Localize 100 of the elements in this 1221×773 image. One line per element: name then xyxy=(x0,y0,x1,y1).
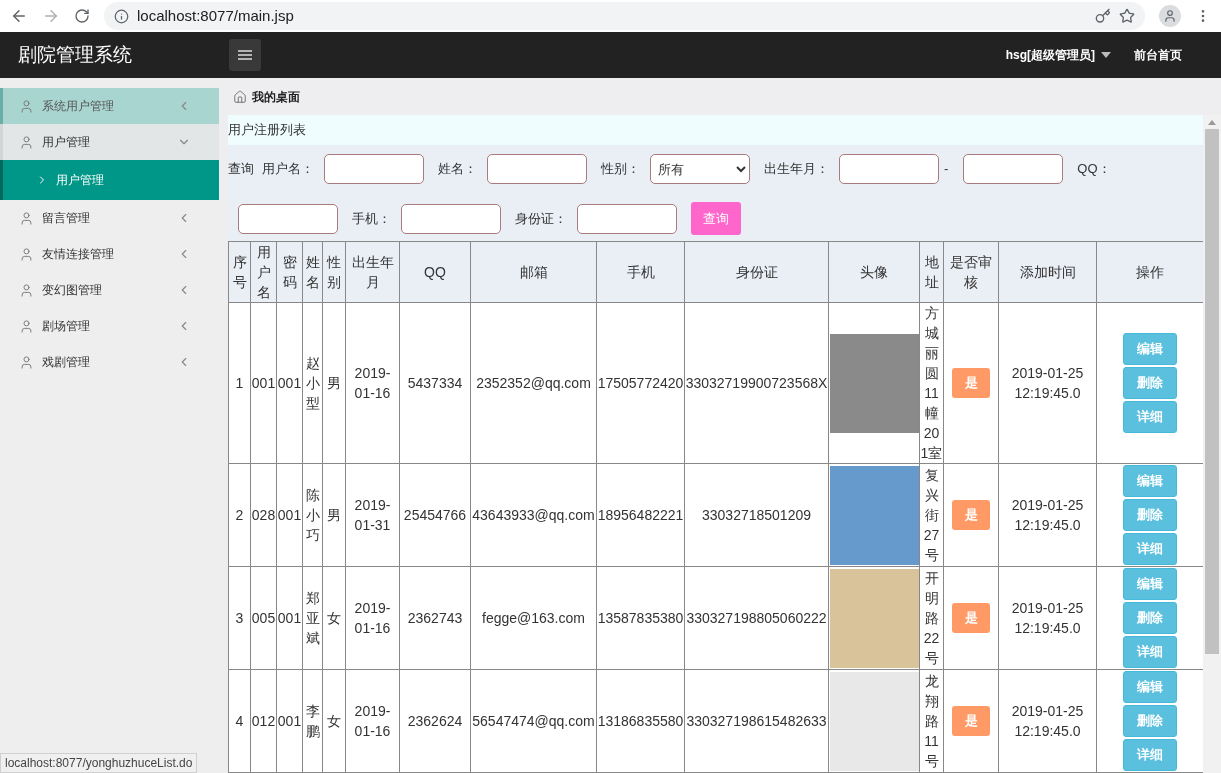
approved-button[interactable]: 是 xyxy=(952,368,990,398)
action-button[interactable]: 编辑 xyxy=(1123,465,1177,497)
action-button[interactable]: 详细 xyxy=(1123,401,1177,433)
table-cell: 女 xyxy=(322,566,346,670)
table-cell: 1 xyxy=(228,302,251,464)
action-button[interactable]: 详细 xyxy=(1123,636,1177,668)
table-cell: 13186835580 xyxy=(596,669,685,773)
table-cell: 复兴街27号 xyxy=(919,463,944,567)
table-cell: 001 xyxy=(276,566,303,670)
search-prefix: 查询 xyxy=(228,160,254,179)
sidebar-item[interactable]: 友情连接管理 xyxy=(0,236,219,272)
table-cell: 龙翔路11号 xyxy=(919,669,944,773)
action-button[interactable]: 编辑 xyxy=(1123,568,1177,600)
action-button[interactable]: 删除 xyxy=(1123,602,1177,634)
column-header: 手机 xyxy=(596,241,685,303)
column-header: 密码 xyxy=(276,241,303,303)
field-label: 姓名： xyxy=(438,160,477,179)
column-header: 性别 xyxy=(322,241,346,303)
column-header: 身份证 xyxy=(684,241,829,303)
field-label: QQ： xyxy=(1077,160,1111,179)
table-cell: 2019-01-25 12:19:45.0 xyxy=(998,669,1097,773)
approved-button[interactable]: 是 xyxy=(952,603,990,633)
sidebar-item[interactable]: 留言管理 xyxy=(0,200,219,236)
user-menu[interactable]: hsg[超级管理员] xyxy=(1005,46,1111,64)
table-cell: 2019-01-31 xyxy=(345,463,400,567)
table-cell: 001 xyxy=(276,669,303,773)
table-cell: 33032719900723568X xyxy=(684,302,829,464)
table-cell: 2 xyxy=(228,463,251,567)
action-button[interactable]: 编辑 xyxy=(1123,671,1177,703)
action-button[interactable]: 删除 xyxy=(1123,705,1177,737)
field-label: 身份证： xyxy=(515,209,567,228)
gender-select[interactable]: 所有 xyxy=(650,154,750,184)
action-button[interactable]: 编辑 xyxy=(1123,333,1177,365)
action-button[interactable]: 详细 xyxy=(1123,533,1177,565)
range-separator: - xyxy=(944,160,949,179)
table-cell: 2352352@qq.com xyxy=(470,302,597,464)
table-cell: 43643933@qq.com xyxy=(470,463,597,567)
approved-button[interactable]: 是 xyxy=(952,706,990,736)
table-cell: 56547474@qq.com xyxy=(470,669,597,773)
table-cell: 012 xyxy=(250,669,277,773)
table-cell: 330327198615482633 xyxy=(684,669,829,773)
table-cell: 赵小型 xyxy=(302,302,323,464)
sidebar-item[interactable]: 剧场管理 xyxy=(0,308,219,344)
table-cell: 18956482221 xyxy=(596,463,685,567)
sidebar-item[interactable]: 变幻图管理 xyxy=(0,272,219,308)
table-cell: 330327198805060222 xyxy=(684,566,829,670)
table-cell: 2019-01-16 xyxy=(345,669,400,773)
sidebar-subitem[interactable]: 用户管理 xyxy=(0,160,219,200)
action-button[interactable]: 删除 xyxy=(1123,367,1177,399)
column-header: 邮箱 xyxy=(470,241,597,303)
table-cell: 001 xyxy=(276,302,303,464)
table-cell: 2019-01-16 xyxy=(345,302,400,464)
app-title: 剧院管理系统 xyxy=(17,42,133,67)
panel-title: 用户注册列表 xyxy=(228,121,306,140)
column-header: 用户名 xyxy=(250,241,277,303)
approved-button[interactable]: 是 xyxy=(952,500,990,530)
table-cell: 陈小巧 xyxy=(302,463,323,567)
action-button[interactable]: 详细 xyxy=(1123,739,1177,771)
status-bar: localhost:8077/yonghuzhuceList.do xyxy=(0,753,198,773)
table-cell: 李鹏 xyxy=(302,669,323,773)
sidebar-item[interactable]: 系统用户管理 xyxy=(0,88,219,124)
field-label: 用户名： xyxy=(262,160,314,179)
column-header: 序号 xyxy=(228,241,251,303)
table-cell: 男 xyxy=(322,302,346,464)
table-cell: 郑亚斌 xyxy=(302,566,323,670)
action-button[interactable]: 删除 xyxy=(1123,499,1177,531)
table-cell: 女 xyxy=(322,669,346,773)
table-cell: fegge@163.com xyxy=(470,566,597,670)
table-cell: 开明路22号 xyxy=(919,566,944,670)
table-cell: 17505772420 xyxy=(596,302,685,464)
table-cell: 13587835380 xyxy=(596,566,685,670)
search-button[interactable]: 查询 xyxy=(691,202,741,235)
table-cell: 5437334 xyxy=(399,302,471,464)
column-header: 是否审核 xyxy=(943,241,999,303)
table-cell: 男 xyxy=(322,463,346,567)
front-page-link[interactable]: 前台首页 xyxy=(1134,46,1182,64)
table-cell: 001 xyxy=(250,302,277,464)
table-cell: 3 xyxy=(228,566,251,670)
table-cell: 2019-01-25 12:19:45.0 xyxy=(998,302,1097,464)
address-bar[interactable]: localhost:8077/main.jsp xyxy=(104,2,1145,30)
table-cell: 2019-01-25 12:19:45.0 xyxy=(998,566,1097,670)
sidebar-item[interactable]: 戏剧管理 xyxy=(0,344,219,380)
table-cell: 2019-01-16 xyxy=(345,566,400,670)
field-label: 手机： xyxy=(352,209,391,228)
column-header: 头像 xyxy=(828,241,920,303)
url-text: localhost:8077/main.jsp xyxy=(137,5,294,26)
table-cell: 方城丽圆11幢201室 xyxy=(919,302,944,464)
table-cell: 2019-01-25 12:19:45.0 xyxy=(998,463,1097,567)
table-cell: 001 xyxy=(276,463,303,567)
table-cell: 4 xyxy=(228,669,251,773)
column-header: 姓名 xyxy=(302,241,323,303)
field-label: 性别： xyxy=(601,160,640,179)
column-header: QQ xyxy=(399,241,471,303)
breadcrumb[interactable]: 我的桌面 xyxy=(252,87,300,106)
field-label: 出生年月： xyxy=(764,160,829,179)
table-cell: 33032718501209 xyxy=(684,463,829,567)
table-cell: 2362743 xyxy=(399,566,471,670)
column-header: 出生年月 xyxy=(345,241,400,303)
table-cell: 028 xyxy=(250,463,277,567)
sidebar-item[interactable]: 用户管理 xyxy=(0,124,219,160)
